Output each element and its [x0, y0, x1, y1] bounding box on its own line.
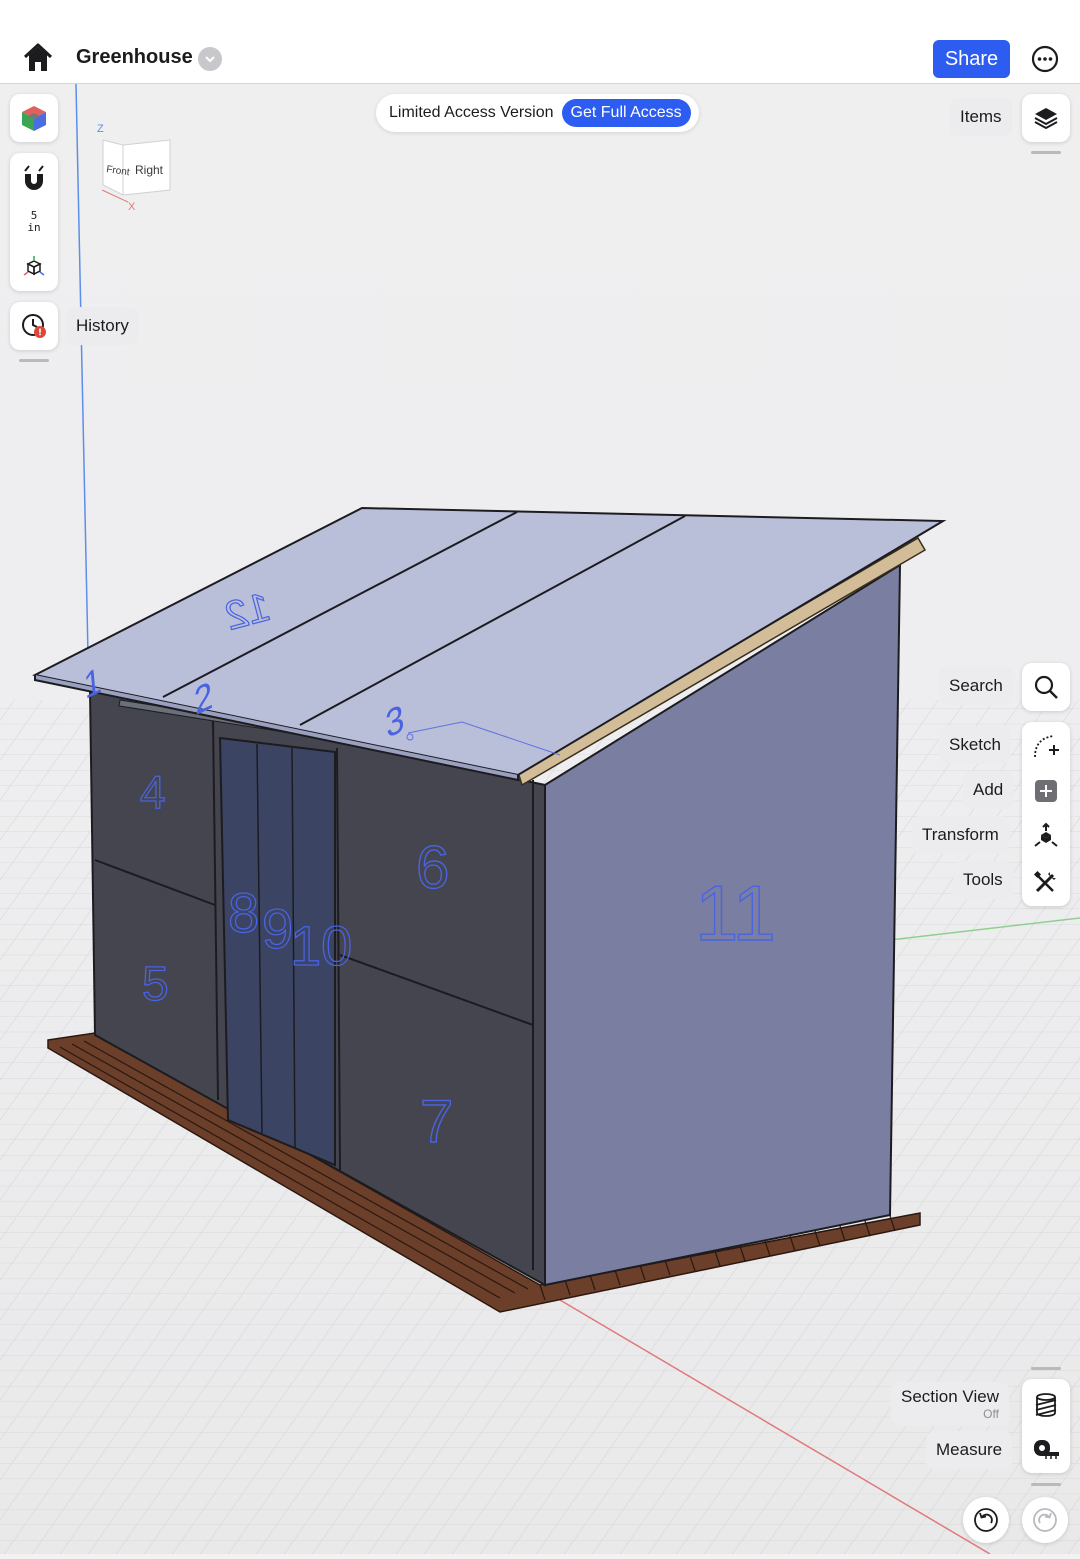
add-icon[interactable]	[1022, 770, 1070, 812]
panel-label-7: 7	[420, 1088, 453, 1155]
left-toolbar-grip[interactable]	[19, 359, 49, 362]
limited-access-banner: Limited Access Version Get Full Access	[376, 94, 699, 132]
view-cube-right[interactable]: Right	[135, 163, 164, 177]
tools-button[interactable]: Tools	[953, 861, 1013, 899]
panel-label-9: 9	[262, 897, 293, 960]
get-full-access-button[interactable]: Get Full Access	[561, 99, 691, 127]
inspect-toolbar	[1022, 1379, 1070, 1473]
right-bottom-grip[interactable]	[1031, 1367, 1061, 1370]
chevron-down-icon[interactable]	[198, 47, 222, 71]
panel-label-11: 11	[695, 869, 776, 957]
snap-units[interactable]: 5 in	[10, 210, 58, 234]
appearance-card	[10, 94, 58, 142]
view-cube-z: Z	[97, 123, 104, 135]
modeling-toolbar	[1022, 722, 1070, 906]
panel-label-10: 10	[290, 914, 352, 977]
redo-icon	[1033, 1508, 1057, 1532]
sketch-button[interactable]: Sketch	[939, 726, 1011, 764]
redo-button[interactable]	[1022, 1497, 1068, 1543]
panel-label-3: 3	[384, 695, 406, 747]
history-button[interactable]: History	[66, 307, 139, 345]
search-button[interactable]: Search	[939, 667, 1013, 705]
top-bar: Greenhouse Share	[0, 0, 1080, 84]
undo-grip[interactable]	[1031, 1483, 1061, 1486]
more-options-icon[interactable]	[1030, 44, 1060, 74]
snap-unit: in	[27, 221, 41, 234]
share-button[interactable]: Share	[933, 40, 1010, 78]
layers-icon[interactable]	[1022, 94, 1070, 142]
items-button[interactable]: Items	[950, 98, 1012, 136]
axis-gizmo-icon[interactable]	[10, 249, 58, 285]
history-clock-icon[interactable]	[10, 302, 58, 350]
panel-label-4: 4	[140, 766, 166, 818]
sketch-icon[interactable]	[1022, 724, 1070, 768]
transform-button[interactable]: Transform	[912, 816, 1009, 854]
panel-label-8: 8	[228, 881, 259, 944]
add-button[interactable]: Add	[963, 771, 1014, 809]
section-view-button[interactable]: Section View Off	[891, 1382, 1009, 1426]
tools-icon[interactable]	[1022, 860, 1070, 904]
history-card	[10, 302, 58, 350]
panel-label-1: 1	[82, 659, 103, 707]
measure-button[interactable]: Measure	[926, 1431, 1013, 1469]
appearance-cube-icon[interactable]	[10, 94, 58, 142]
panel-label-6: 6	[416, 834, 449, 901]
right-top-grip[interactable]	[1031, 151, 1061, 154]
undo-button[interactable]	[963, 1497, 1009, 1543]
measure-tape-icon[interactable]	[1022, 1427, 1070, 1471]
magnet-snap-icon[interactable]	[10, 159, 58, 197]
transform-icon[interactable]	[1022, 814, 1070, 858]
search-card	[1022, 663, 1070, 711]
panel-label-5: 5	[142, 958, 169, 1011]
section-view-icon[interactable]	[1022, 1383, 1070, 1427]
section-view-label: Section View	[901, 1387, 999, 1406]
home-icon[interactable]	[22, 42, 54, 74]
section-view-state: Off	[983, 1407, 999, 1421]
search-icon[interactable]	[1022, 663, 1070, 711]
view-cube-x: X	[128, 201, 136, 213]
document-title[interactable]: Greenhouse	[76, 46, 193, 69]
panel-label-2: 2	[192, 672, 214, 724]
snap-toolbar: 5 in	[10, 153, 58, 291]
layers-card	[1022, 94, 1070, 142]
undo-icon	[974, 1508, 998, 1532]
limited-access-text: Limited Access Version	[389, 104, 554, 121]
